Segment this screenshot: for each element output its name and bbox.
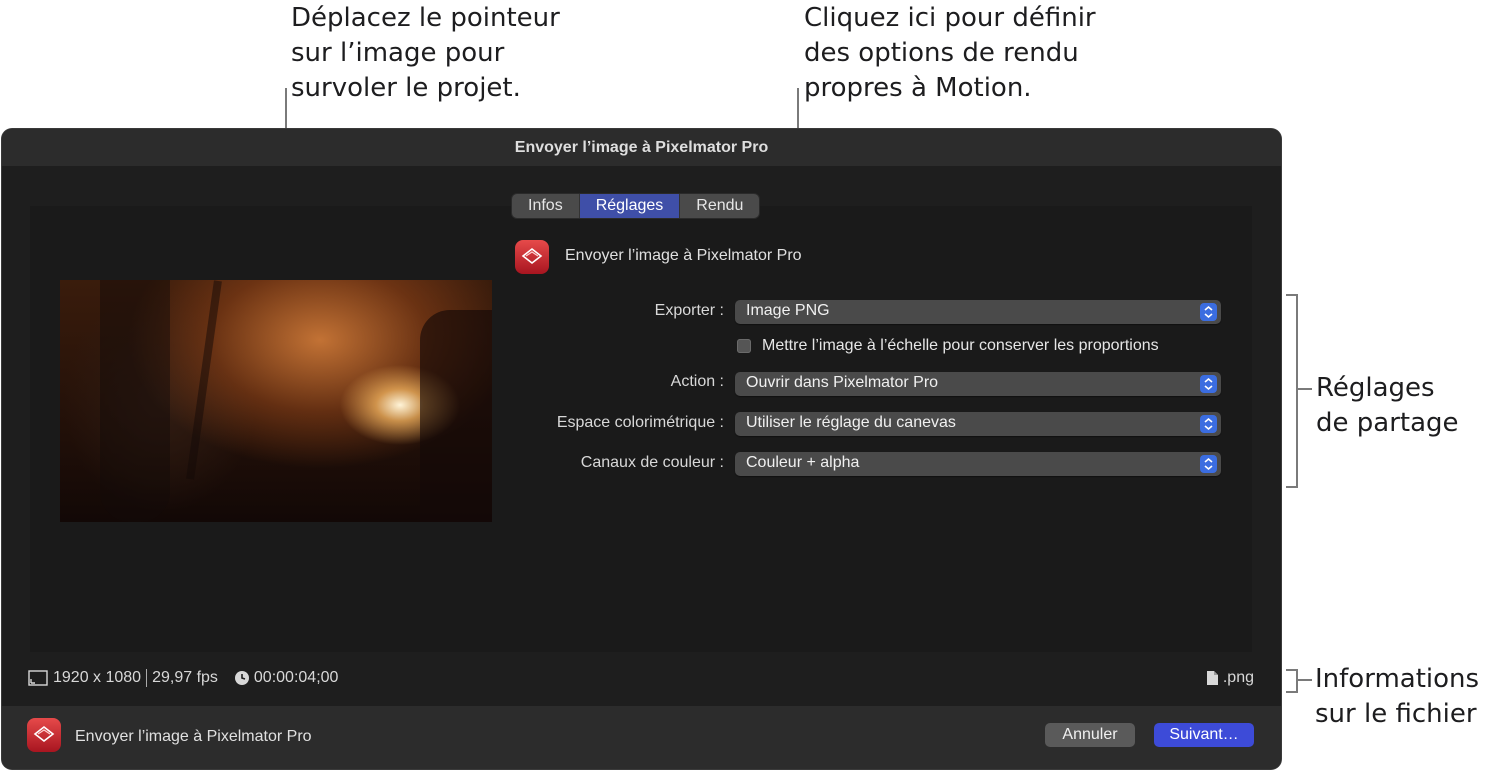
action-label: Action : xyxy=(670,373,724,390)
tab-infos[interactable]: Infos xyxy=(512,194,580,218)
framerate-value: 29,97 fps xyxy=(152,669,218,686)
callout-fileinfo-line-1: Informations xyxy=(1315,664,1480,694)
dialog-footer: Envoyer l’image à Pixelmator Pro Annuler… xyxy=(2,706,1281,769)
scale-image-checkbox-label: Mettre l’image à l’échelle pour conserve… xyxy=(762,337,1159,354)
file-info-row: 1920 x 1080 29,97 fps 00:00:04;00 xyxy=(28,669,338,687)
channels-label: Canaux de couleur : xyxy=(580,454,724,471)
colorspace-label: Espace colorimétrique : xyxy=(556,414,724,431)
export-popup[interactable]: Image PNG xyxy=(735,300,1221,324)
callout-pointer-line-1: Déplacez le pointeur xyxy=(291,3,560,33)
bracket-settings xyxy=(1286,294,1298,488)
tab-reglages[interactable]: Réglages xyxy=(579,194,681,218)
callout-fileinfo-line-2: sur le fichier xyxy=(1315,699,1477,729)
export-value: Image PNG xyxy=(746,302,830,319)
export-label: Exporter : xyxy=(654,302,724,319)
action-value: Ouvrir dans Pixelmator Pro xyxy=(746,374,939,391)
tab-bar: Infos Réglages Rendu xyxy=(512,194,760,218)
scale-image-checkbox[interactable] xyxy=(737,339,751,353)
tab-rendu[interactable]: Rendu xyxy=(680,194,759,218)
bracket-fileinfo xyxy=(1286,669,1298,693)
next-button[interactable]: Suivant… xyxy=(1154,723,1254,747)
bracket-fileinfo-tick xyxy=(1298,679,1312,681)
window-titlebar: Envoyer l’image à Pixelmator Pro xyxy=(2,129,1281,166)
pixelmator-pro-app-icon xyxy=(515,240,549,274)
destination-title: Envoyer l’image à Pixelmator Pro xyxy=(565,247,802,264)
share-dialog: Envoyer l’image à Pixelmator Pro Infos R… xyxy=(2,129,1281,769)
resolution-value: 1920 x 1080 xyxy=(53,669,142,686)
file-extension: .png xyxy=(1206,669,1254,687)
callout-fileinfo: Informations sur le fichier xyxy=(1315,662,1479,732)
colorspace-popup[interactable]: Utiliser le réglage du canevas xyxy=(735,412,1221,436)
footer-destination-title: Envoyer l’image à Pixelmator Pro xyxy=(75,728,312,745)
action-popup[interactable]: Ouvrir dans Pixelmator Pro xyxy=(735,372,1221,396)
callout-render-line-3: propres à Motion. xyxy=(804,73,1032,103)
callout-settings-line-2: de partage xyxy=(1316,408,1459,438)
chevron-updown-icon xyxy=(1200,415,1217,433)
cancel-button[interactable]: Annuler xyxy=(1045,723,1135,747)
callout-pointer-line-2: sur l’image pour xyxy=(291,38,505,68)
callout-render-line-2: des options de rendu xyxy=(804,38,1079,68)
document-icon xyxy=(1206,671,1218,685)
callout-render: Cliquez ici pour définir des options de … xyxy=(804,1,1096,106)
bracket-settings-tick xyxy=(1298,388,1312,390)
callout-settings-line-1: Réglages xyxy=(1316,373,1435,403)
colorspace-value: Utiliser le réglage du canevas xyxy=(746,414,956,431)
channels-value: Couleur + alpha xyxy=(746,454,860,471)
chevron-updown-icon xyxy=(1200,455,1217,473)
callout-pointer: Déplacez le pointeur sur l’image pour su… xyxy=(291,1,560,106)
chevron-updown-icon xyxy=(1200,375,1217,393)
frame-size-icon xyxy=(28,670,48,686)
clock-icon xyxy=(234,671,249,685)
chevron-updown-icon xyxy=(1200,303,1217,321)
callout-settings: Réglages de partage xyxy=(1316,371,1459,441)
callout-render-line-1: Cliquez ici pour définir xyxy=(804,3,1096,33)
callout-pointer-line-3: survoler le projet. xyxy=(291,73,521,103)
channels-popup[interactable]: Couleur + alpha xyxy=(735,452,1221,476)
duration-value: 00:00:04;00 xyxy=(253,669,339,686)
window-title: Envoyer l’image à Pixelmator Pro xyxy=(514,138,769,156)
extension-value: .png xyxy=(1222,669,1254,686)
info-separator xyxy=(146,669,148,687)
pixelmator-pro-app-icon xyxy=(27,718,61,752)
